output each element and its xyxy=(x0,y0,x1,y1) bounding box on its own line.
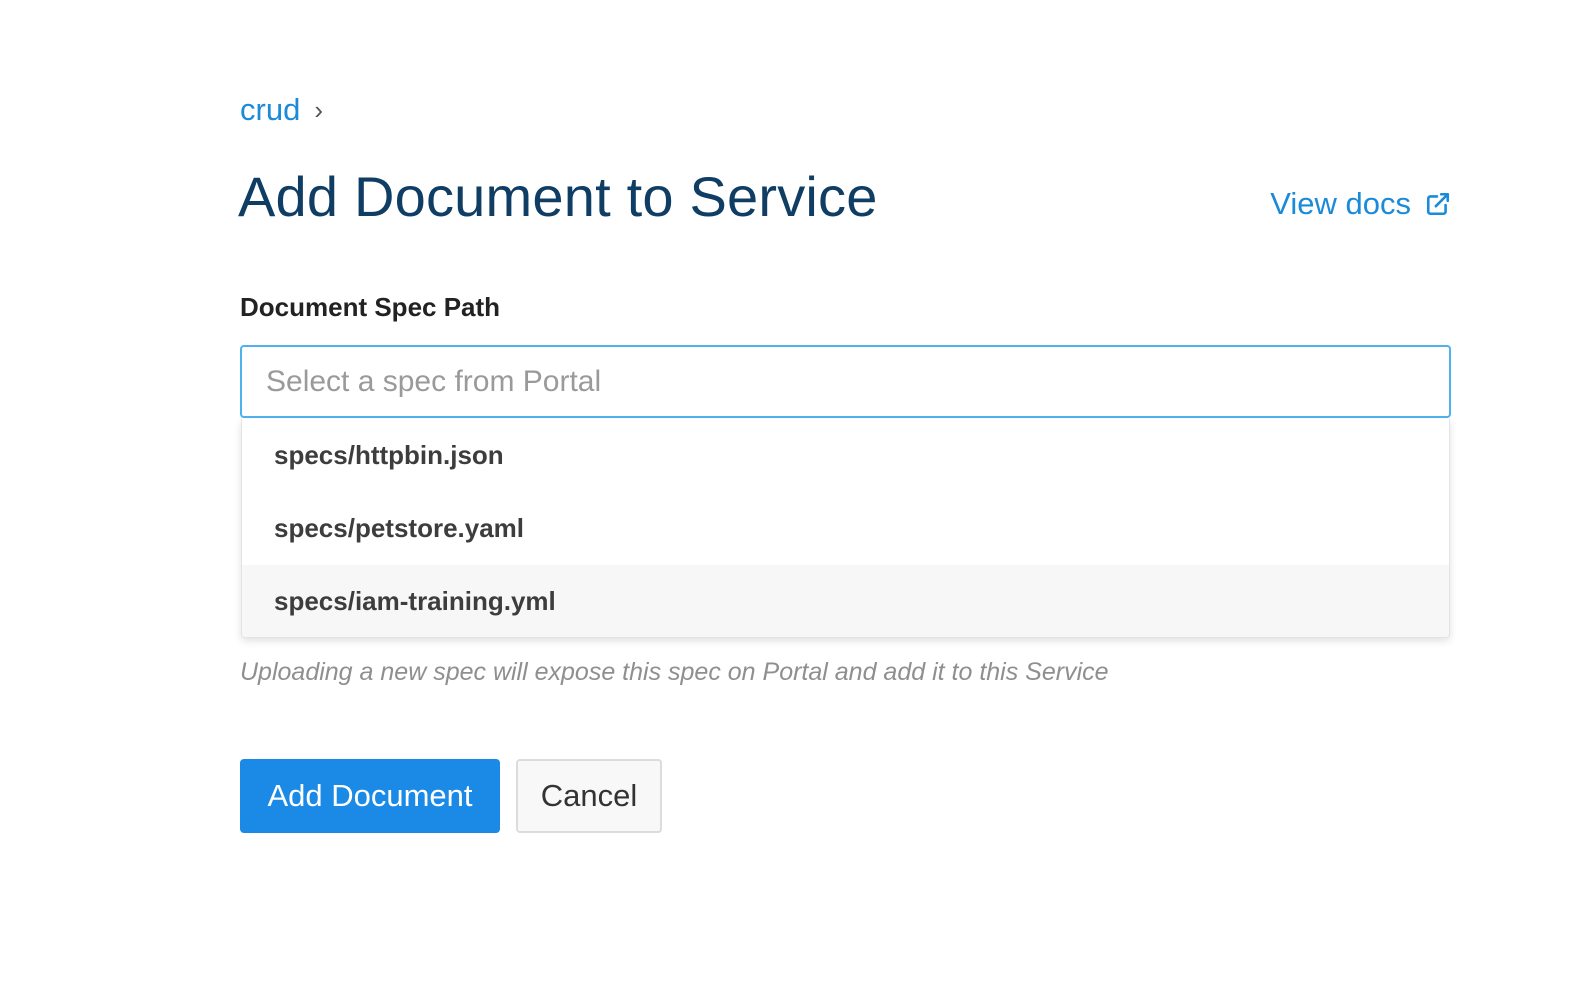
add-document-page: crud › Add Document to Service View docs… xyxy=(0,0,1594,1004)
spec-path-input[interactable] xyxy=(240,345,1451,418)
dropdown-option[interactable]: specs/httpbin.json xyxy=(242,419,1449,492)
dropdown-option[interactable]: specs/petstore.yaml xyxy=(242,492,1449,565)
page-title: Add Document to Service xyxy=(238,165,878,228)
help-text: Uploading a new spec will expose this sp… xyxy=(240,658,1109,686)
add-document-button[interactable]: Add Document xyxy=(240,759,500,833)
spec-path-label: Document Spec Path xyxy=(240,292,501,322)
chevron-right-icon: › xyxy=(314,94,323,125)
breadcrumb: crud › xyxy=(240,92,323,128)
breadcrumb-link-crud[interactable]: crud xyxy=(240,92,300,128)
external-link-icon xyxy=(1425,191,1451,217)
spec-dropdown: specs/httpbin.json specs/petstore.yaml s… xyxy=(241,419,1450,638)
dropdown-option[interactable]: specs/iam-training.yml xyxy=(242,565,1449,637)
view-docs-link[interactable]: View docs xyxy=(1270,186,1451,222)
view-docs-label: View docs xyxy=(1270,186,1411,221)
cancel-button[interactable]: Cancel xyxy=(516,759,662,833)
